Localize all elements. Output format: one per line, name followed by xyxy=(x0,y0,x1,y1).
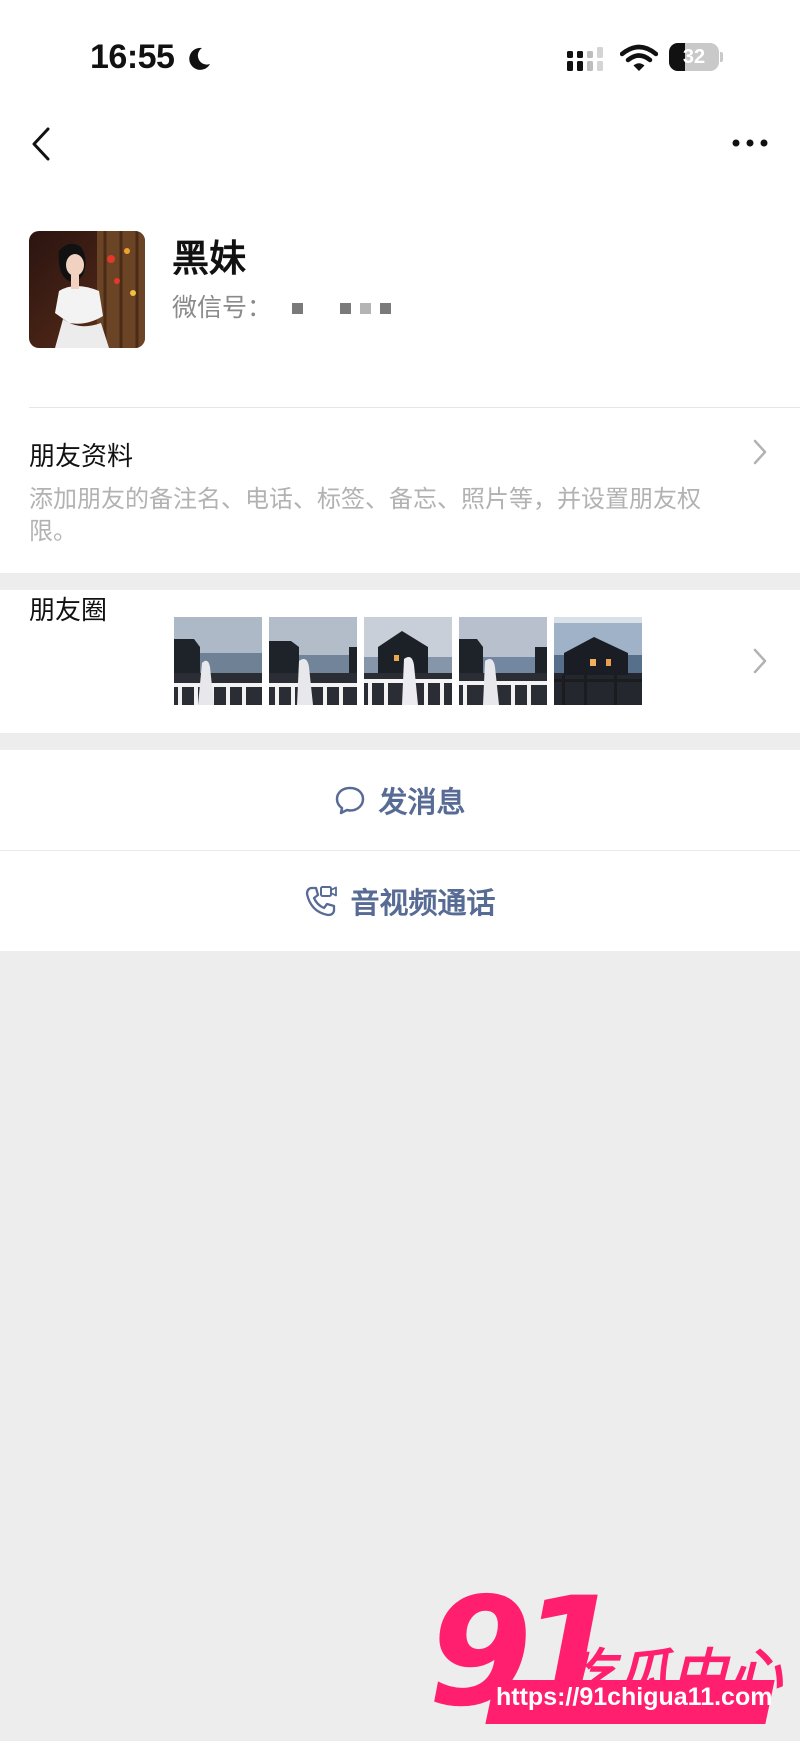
battery-percent: 32 xyxy=(682,46,706,68)
moments-photo xyxy=(364,617,452,705)
friend-info-title: 朋友资料 xyxy=(29,442,134,472)
chevron-right-icon xyxy=(753,648,767,674)
wifi-icon xyxy=(620,44,658,71)
moments-photo xyxy=(174,617,262,705)
chevron-right-icon xyxy=(753,439,767,465)
send-message-label: 发消息 xyxy=(378,785,466,819)
moments-photo xyxy=(554,617,642,705)
moments-label: 朋友圈 xyxy=(29,596,108,626)
signal-icon xyxy=(567,47,603,71)
avatar[interactable] xyxy=(29,231,145,348)
watermark-url: https://91chigua11.com xyxy=(496,1683,773,1711)
moon-icon xyxy=(189,47,210,70)
contact-name: 黑妹 xyxy=(172,237,246,280)
wechat-id-label: 微信号： xyxy=(172,293,273,322)
friend-info-description: 添加朋友的备注名、电话、标签、备忘、照片等，并设置朋友权限。 xyxy=(29,485,701,545)
send-message-button[interactable]: 发消息 xyxy=(0,750,800,850)
profile-divider xyxy=(29,407,800,408)
more-options-icon[interactable] xyxy=(730,128,770,158)
moments-photo xyxy=(269,617,357,705)
back-chevron-icon[interactable] xyxy=(26,124,56,164)
phone-video-icon xyxy=(306,886,338,917)
battery-indicator: 32 xyxy=(669,43,723,71)
video-call-label: 音视频通话 xyxy=(350,886,496,920)
wechat-id-redacted xyxy=(292,303,391,314)
video-call-button[interactable]: 音视频通话 xyxy=(0,851,800,951)
status-time: 16:55 xyxy=(90,38,175,76)
chat-bubble-icon xyxy=(336,786,365,815)
moments-photo xyxy=(459,617,547,705)
